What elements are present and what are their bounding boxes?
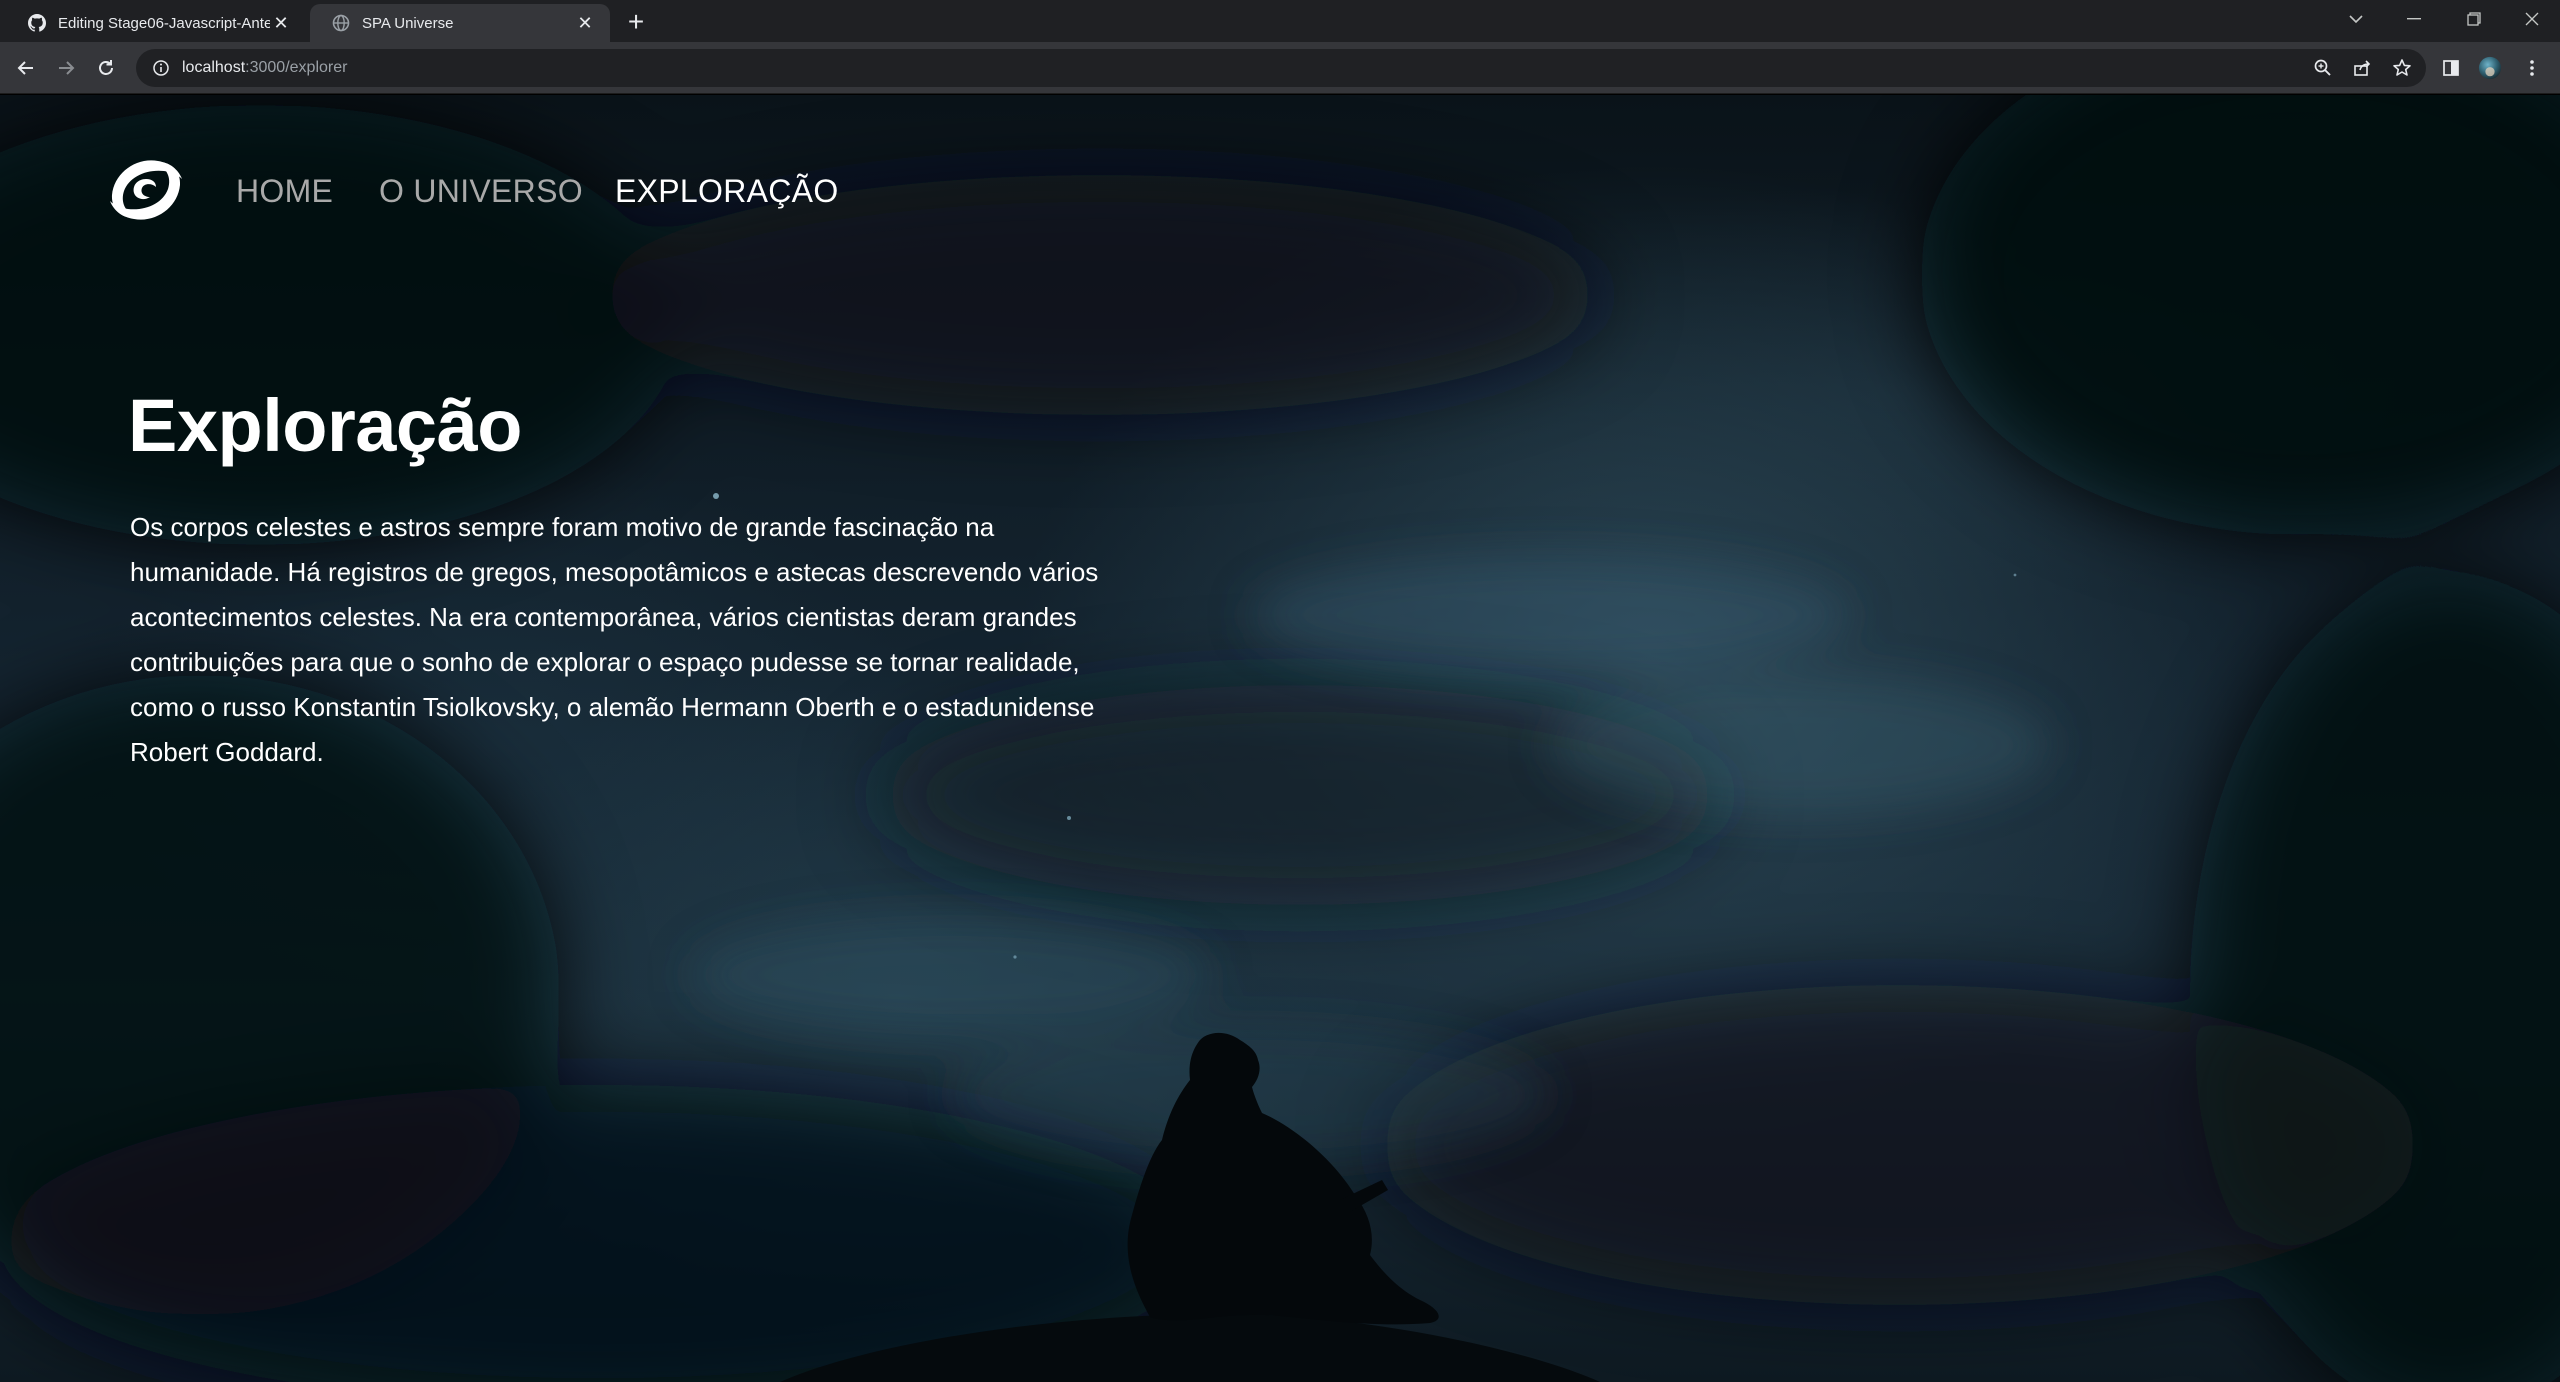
tab-title: Editing Stage06-Javascript-Antes [58, 14, 270, 32]
forward-icon[interactable] [50, 52, 82, 84]
profile-avatar-icon[interactable] [2478, 56, 2502, 80]
intro-paragraph: Os corpos celestes e astros sempre foram… [130, 512, 1099, 767]
close-tab-icon[interactable]: ✕ [270, 12, 292, 34]
side-panel-icon[interactable] [2439, 56, 2463, 80]
share-icon[interactable] [2350, 56, 2374, 80]
address-bar[interactable]: localhost:3000/explorer [136, 49, 2426, 87]
github-icon [28, 14, 46, 32]
close-window-icon[interactable] [2512, 0, 2552, 38]
bookmark-star-icon[interactable] [2390, 56, 2414, 80]
nav-link-home[interactable]: HOME [236, 171, 333, 211]
back-icon[interactable] [10, 52, 42, 84]
restore-icon[interactable] [2454, 0, 2494, 38]
tab-editing[interactable]: Editing Stage06-Javascript-Antes ✕ [6, 4, 306, 42]
site-info-icon[interactable] [152, 59, 170, 77]
minimize-icon[interactable] [2394, 0, 2434, 38]
nav-link-exploration[interactable]: EXPLORAÇÃO [615, 171, 839, 211]
page-title: Exploração [128, 384, 522, 467]
tab-strip: Editing Stage06-Javascript-Antes ✕ SPA U… [0, 0, 2560, 42]
tab-search-icon[interactable] [2336, 0, 2376, 38]
page-viewport: HOME O UNIVERSO EXPLORAÇÃO Exploração Os… [0, 95, 2560, 1382]
reload-icon[interactable] [90, 52, 122, 84]
browser-toolbar: localhost:3000/explorer [0, 42, 2560, 94]
site-logo[interactable] [106, 155, 186, 225]
close-tab-icon[interactable]: ✕ [574, 12, 596, 34]
menu-kebab-icon[interactable] [2520, 56, 2544, 80]
address-path: :3000/explorer [245, 59, 348, 76]
new-tab-button[interactable]: + [622, 8, 650, 36]
address-host: localhost [182, 59, 246, 76]
globe-icon [332, 14, 350, 32]
tab-spa-universe[interactable]: SPA Universe ✕ [310, 4, 610, 42]
nav-link-universe[interactable]: O UNIVERSO [379, 171, 583, 211]
zoom-icon[interactable] [2311, 56, 2335, 80]
tab-title: SPA Universe [362, 14, 454, 32]
